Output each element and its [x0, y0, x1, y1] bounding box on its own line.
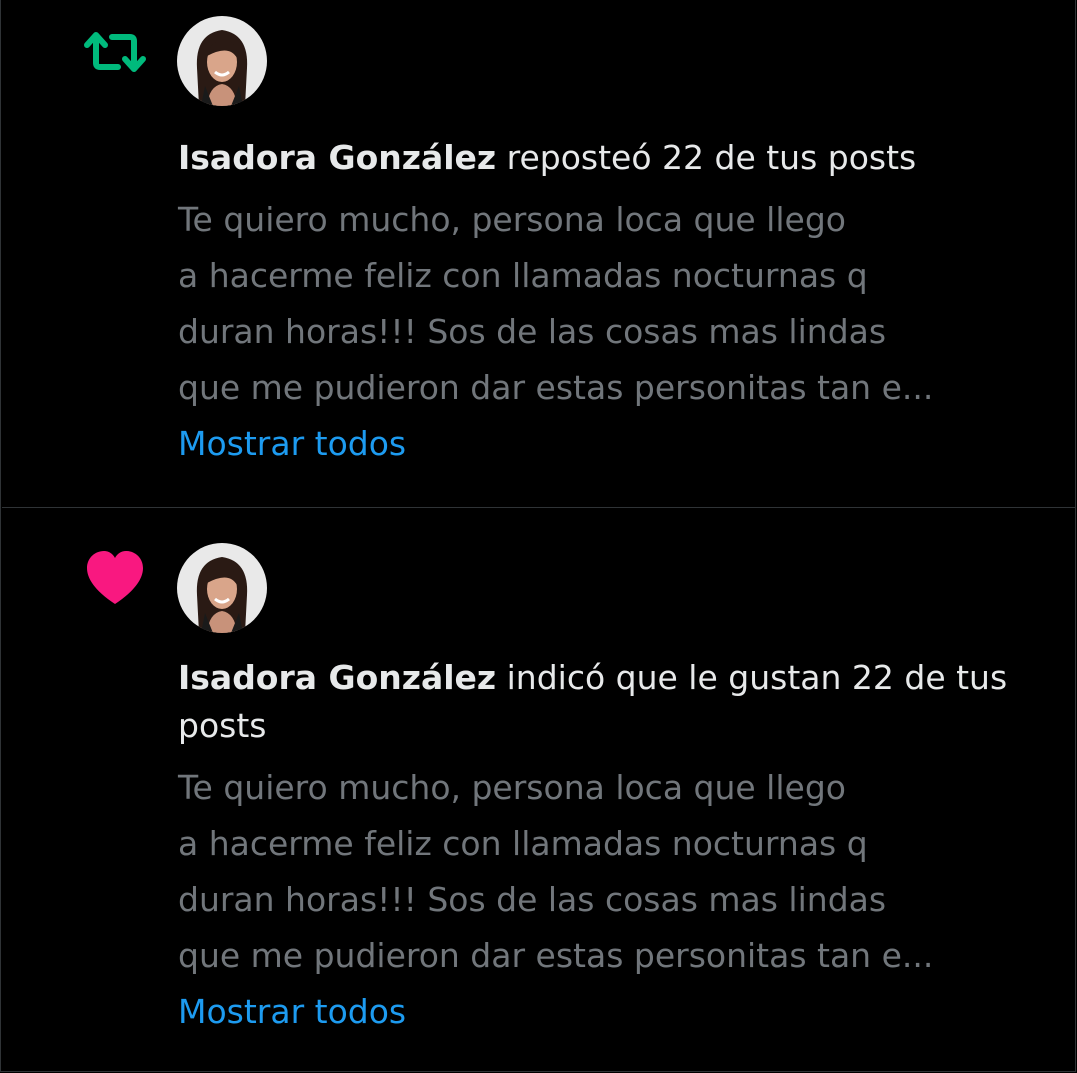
- action-text: reposteó 22 de tus posts: [496, 138, 917, 177]
- notification-item-repost[interactable]: Isadora González reposteó 22 de tus post…: [2, 0, 1076, 508]
- avatar[interactable]: [177, 543, 267, 633]
- actor-name[interactable]: Isadora González: [178, 658, 496, 697]
- notification-headline: Isadora González reposteó 22 de tus post…: [178, 134, 1048, 182]
- notification-item-like[interactable]: Isadora González indicó que le gustan 22…: [2, 508, 1076, 1071]
- notification-content: Isadora González reposteó 22 de tus post…: [178, 134, 1048, 472]
- post-snippet[interactable]: Te quiero mucho, persona loca que llego …: [178, 192, 1048, 416]
- show-all-link[interactable]: Mostrar todos: [178, 984, 406, 1040]
- repost-icon: [82, 19, 148, 85]
- show-all-link[interactable]: Mostrar todos: [178, 416, 406, 472]
- notification-content: Isadora González indicó que le gustan 22…: [178, 654, 1048, 1040]
- heart-icon: [82, 546, 148, 612]
- avatar[interactable]: [177, 16, 267, 106]
- notification-headline: Isadora González indicó que le gustan 22…: [178, 654, 1048, 750]
- notifications-panel: Isadora González reposteó 22 de tus post…: [0, 0, 1076, 1072]
- post-snippet[interactable]: Te quiero mucho, persona loca que llego …: [178, 760, 1048, 984]
- actor-name[interactable]: Isadora González: [178, 138, 496, 177]
